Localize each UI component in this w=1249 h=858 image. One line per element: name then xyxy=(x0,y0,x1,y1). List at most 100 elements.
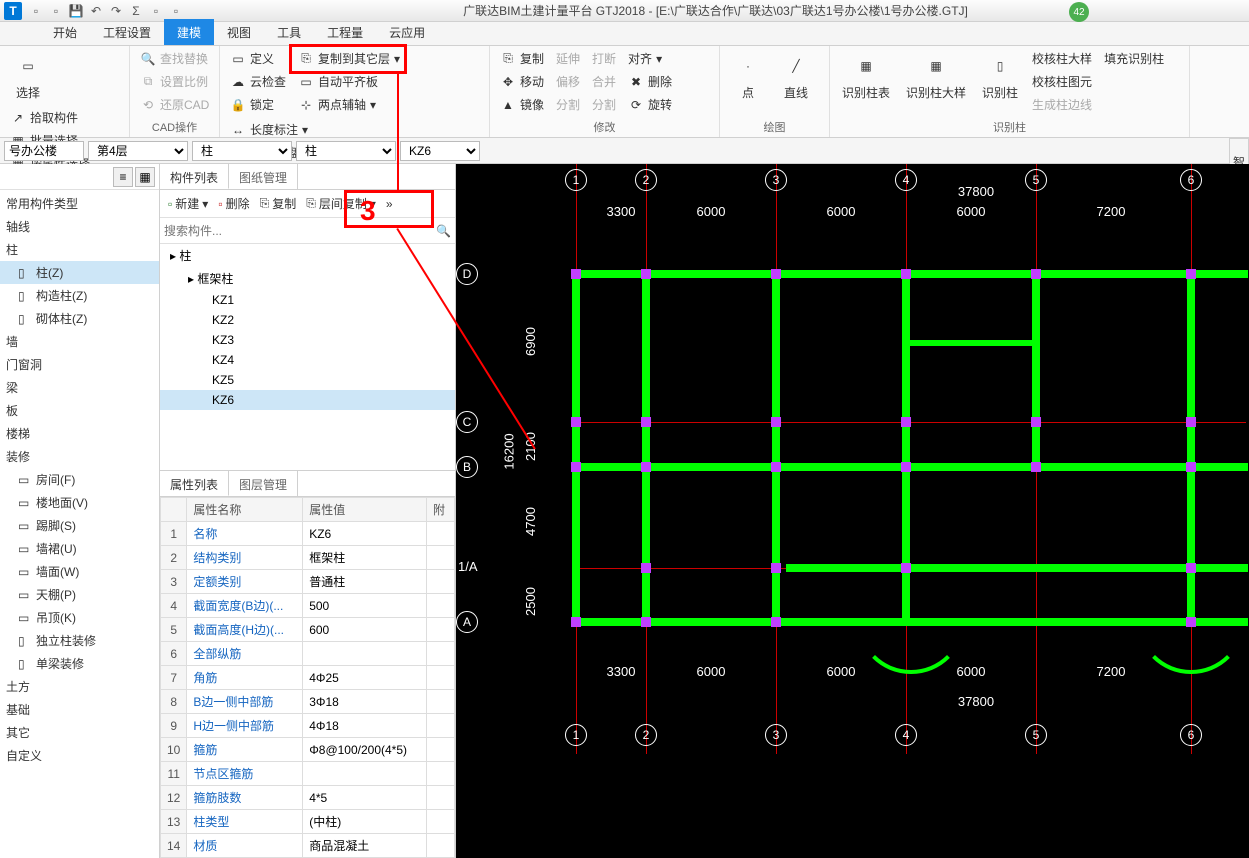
tab-component-list[interactable]: 构件列表 xyxy=(160,164,229,189)
prop-attach[interactable] xyxy=(427,594,455,618)
tree-node-custom[interactable]: 自定义 xyxy=(0,744,159,767)
prop-value[interactable]: 500 xyxy=(303,594,427,618)
copy-button[interactable]: ⎘复制 xyxy=(496,48,548,69)
tree-node-earth[interactable]: 土方 xyxy=(0,675,159,698)
list-item[interactable]: KZ6 xyxy=(160,390,455,410)
component-select[interactable]: KZ6 xyxy=(400,141,480,161)
delete-button[interactable]: ✖删除 xyxy=(624,71,676,92)
find-replace-button[interactable]: 🔍查找替换 xyxy=(136,48,213,69)
tree-node-beam[interactable]: 梁 xyxy=(0,376,159,399)
tab-tool[interactable]: 工具 xyxy=(264,19,314,45)
id-column-detail-button[interactable]: ▦识别柱大样 xyxy=(900,48,972,103)
tree-node-qiti[interactable]: ▯砌体柱(Z) xyxy=(0,307,159,330)
tab-start[interactable]: 开始 xyxy=(40,19,90,45)
list-item[interactable]: KZ1 xyxy=(160,290,455,310)
category-select[interactable]: 柱 xyxy=(192,141,292,161)
prop-value[interactable]: 商品混凝土 xyxy=(303,834,427,858)
prop-value[interactable] xyxy=(303,762,427,786)
prop-attach[interactable] xyxy=(427,738,455,762)
id-column-button[interactable]: ▯识别柱 xyxy=(976,48,1024,103)
tree-node-kick[interactable]: ▭踢脚(S) xyxy=(0,514,159,537)
qat-open-icon[interactable]: ▫ xyxy=(46,2,66,20)
list-frame[interactable]: ▸ 框架柱 xyxy=(160,267,455,290)
prop-value[interactable]: (中柱) xyxy=(303,810,427,834)
prop-attach[interactable] xyxy=(427,762,455,786)
split-button[interactable]: 分割 xyxy=(552,94,584,115)
prop-name[interactable]: 角筋 xyxy=(187,666,303,690)
set-scale-button[interactable]: ⧉设置比例 xyxy=(136,71,213,92)
tree-node-column[interactable]: 柱 xyxy=(0,238,159,261)
tree-node-wall[interactable]: 墙 xyxy=(0,330,159,353)
prop-name[interactable]: 全部纵筋 xyxy=(187,642,303,666)
prop-attach[interactable] xyxy=(427,786,455,810)
prop-name[interactable]: 材质 xyxy=(187,834,303,858)
prop-value[interactable]: 框架柱 xyxy=(303,546,427,570)
tree-node-gouzao[interactable]: ▯构造柱(Z) xyxy=(0,284,159,307)
prop-value[interactable]: 3Φ18 xyxy=(303,690,427,714)
extend-button[interactable]: 延伸 xyxy=(552,48,584,69)
prop-value[interactable]: Φ8@100/200(4*5) xyxy=(303,738,427,762)
tab-model[interactable]: 建模 xyxy=(164,19,214,45)
cloud-check-button[interactable]: ☁云检查 xyxy=(226,71,290,92)
prop-attach[interactable] xyxy=(427,690,455,714)
copy-component-button[interactable]: ⎘复制 xyxy=(256,193,301,214)
line-button[interactable]: ╱直线 xyxy=(774,48,818,103)
prop-name[interactable]: 截面高度(H边)(... xyxy=(187,618,303,642)
two-point-axis-button[interactable]: ⊹两点辅轴 ▾ xyxy=(294,94,404,115)
tab-cloud[interactable]: 云应用 xyxy=(376,19,438,45)
move-button[interactable]: ✥移动 xyxy=(496,71,548,92)
nav-grid-view-icon[interactable]: ▦ xyxy=(135,167,155,187)
prop-name[interactable]: 结构类别 xyxy=(187,546,303,570)
prop-attach[interactable] xyxy=(427,618,455,642)
tree-node-room[interactable]: ▭房间(F) xyxy=(0,468,159,491)
qat-save-icon[interactable]: 💾 xyxy=(66,2,86,20)
prop-attach[interactable] xyxy=(427,522,455,546)
tab-layers[interactable]: 图层管理 xyxy=(229,471,298,496)
prop-name[interactable]: H边一侧中部筋 xyxy=(187,714,303,738)
tree-node-deco[interactable]: 装修 xyxy=(0,445,159,468)
prop-value[interactable] xyxy=(303,642,427,666)
drawing-canvas[interactable]: 1 2 3 4 5 6 1 2 3 4 5 6 D C B 1/A A 3300… xyxy=(456,164,1249,858)
mirror-button[interactable]: ▲镜像 xyxy=(496,94,548,115)
select-button[interactable]: ▭选择 xyxy=(6,48,50,103)
auto-align-board-button[interactable]: ▭自动平齐板 xyxy=(294,71,404,92)
prop-attach[interactable] xyxy=(427,714,455,738)
tree-node-other[interactable]: 其它 xyxy=(0,721,159,744)
tree-node-opening[interactable]: 门窗洞 xyxy=(0,353,159,376)
search-icon[interactable]: 🔍 xyxy=(436,224,451,238)
check-element-button[interactable]: 校核柱图元 xyxy=(1028,71,1096,92)
define-button[interactable]: ▭定义 xyxy=(226,48,290,69)
gen-edge-button[interactable]: 生成柱边线 xyxy=(1028,94,1096,115)
tree-node-hanging[interactable]: ▭吊顶(K) xyxy=(0,606,159,629)
prop-attach[interactable] xyxy=(427,666,455,690)
qat-misc-icon[interactable]: ▫ xyxy=(166,2,186,20)
tree-node-axis[interactable]: 轴线 xyxy=(0,215,159,238)
new-component-button[interactable]: ▫新建 ▾ xyxy=(164,193,212,214)
tree-node-wainscot[interactable]: ▭墙裙(U) xyxy=(0,537,159,560)
qat-report-icon[interactable]: ▫ xyxy=(146,2,166,20)
prop-value[interactable]: 4Φ25 xyxy=(303,666,427,690)
tree-node-stair[interactable]: 楼梯 xyxy=(0,422,159,445)
prop-attach[interactable] xyxy=(427,834,455,858)
list-item[interactable]: KZ5 xyxy=(160,370,455,390)
list-item[interactable]: KZ4 xyxy=(160,350,455,370)
fill-id-button[interactable]: 填充识别柱 xyxy=(1100,48,1168,69)
prop-attach[interactable] xyxy=(427,546,455,570)
check-detail-button[interactable]: 校核柱大样 xyxy=(1028,48,1096,69)
tree-node-wallface[interactable]: ▭墙面(W) xyxy=(0,560,159,583)
tree-node-single[interactable]: ▯单梁装修 xyxy=(0,652,159,675)
tab-properties[interactable]: 属性列表 xyxy=(160,471,229,496)
qat-undo-icon[interactable]: ↶ xyxy=(86,2,106,20)
notification-badge[interactable]: 42 xyxy=(1069,2,1089,22)
tree-node-slab[interactable]: 板 xyxy=(0,399,159,422)
lock-button[interactable]: 🔒锁定 xyxy=(226,94,290,115)
prop-attach[interactable] xyxy=(427,570,455,594)
prop-value[interactable]: 600 xyxy=(303,618,427,642)
type-select[interactable]: 柱 xyxy=(296,141,396,161)
tree-node-column-z[interactable]: ▯柱(Z) xyxy=(0,261,159,284)
prop-value[interactable]: 4*5 xyxy=(303,786,427,810)
qat-redo-icon[interactable]: ↷ xyxy=(106,2,126,20)
align-button[interactable]: 对齐 ▾ xyxy=(624,48,676,69)
prop-name[interactable]: B边一侧中部筋 xyxy=(187,690,303,714)
tree-node-common[interactable]: 常用构件类型 xyxy=(0,192,159,215)
